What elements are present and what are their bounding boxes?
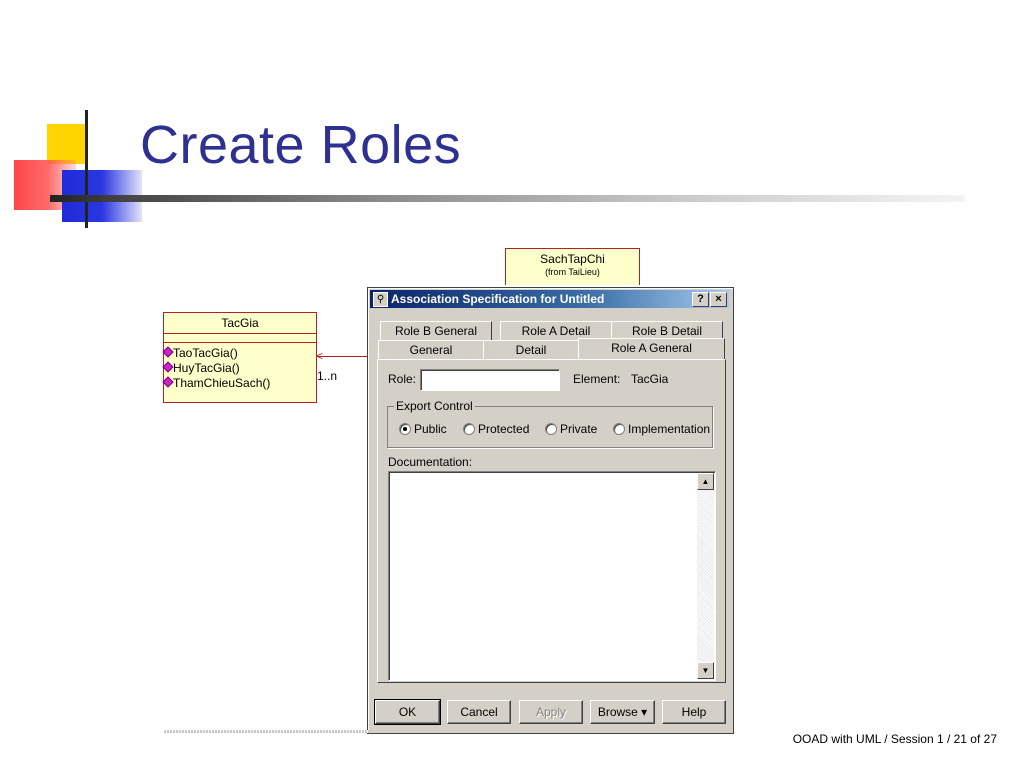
- arrow-head-icon: <: [316, 349, 324, 363]
- documentation-label: Documentation:: [388, 455, 473, 469]
- element-label: Element:: [573, 372, 621, 386]
- ok-button[interactable]: OK: [374, 699, 441, 725]
- uml-class-tacgia[interactable]: TacGia TaoTacGia() HuyTacGia() ThamChieu…: [162, 312, 317, 403]
- documentation-scrollbar[interactable]: ▲ ▼: [697, 473, 714, 679]
- tab-detail[interactable]: Detail: [483, 340, 579, 360]
- operation-icon: [162, 346, 174, 358]
- class-name: SachTapChi: [540, 252, 605, 266]
- operation-icon: [162, 361, 174, 373]
- operation-item: ThamChieuSach(): [162, 376, 316, 391]
- multiplicity-label: 1..n: [317, 369, 338, 383]
- footer-divider: [164, 730, 369, 733]
- association-line[interactable]: [318, 356, 368, 357]
- slide-title: Create Roles: [140, 115, 462, 175]
- dialog-app-icon: ⚲: [373, 292, 388, 307]
- association-specification-dialog: ⚲ Association Specification for Untitled…: [367, 287, 734, 734]
- class-package-note: (from TaiLieu): [545, 267, 600, 277]
- export-control-label: Export Control: [394, 399, 475, 413]
- radio-icon: [545, 423, 557, 435]
- scroll-down-icon[interactable]: ▼: [697, 662, 714, 679]
- help-title-button[interactable]: ?: [692, 292, 709, 307]
- footer-page-info: OOAD with UML / Session 1 / 21 of 27: [792, 732, 997, 746]
- dialog-titlebar[interactable]: ⚲ Association Specification for Untitled…: [370, 290, 729, 308]
- class-operations-compartment: TaoTacGia() HuyTacGia() ThamChieuSach(): [162, 343, 316, 391]
- dialog-title: Association Specification for Untitled: [391, 292, 605, 306]
- operation-icon: [162, 376, 174, 388]
- close-title-button[interactable]: ×: [710, 292, 727, 307]
- tab-role-a-general[interactable]: Role A General: [578, 338, 725, 359]
- browse-button[interactable]: Browse ▾: [590, 700, 655, 724]
- apply-button[interactable]: Apply: [519, 700, 583, 724]
- tab-role-b-general[interactable]: Role B General: [380, 321, 492, 341]
- class-name: TacGia: [164, 313, 316, 334]
- element-value: TacGia: [631, 372, 669, 386]
- decoration-yellow-square: [47, 124, 87, 164]
- cancel-button[interactable]: Cancel: [447, 700, 511, 724]
- tab-general[interactable]: General: [378, 340, 484, 360]
- radio-icon: [613, 423, 625, 435]
- decoration-vertical-line: [85, 110, 88, 228]
- radio-icon: [463, 423, 475, 435]
- role-label: Role:: [388, 372, 417, 386]
- operation-item: HuyTacGia(): [162, 361, 316, 376]
- class-attributes-compartment: [164, 334, 316, 343]
- documentation-textarea[interactable]: ▲ ▼: [388, 471, 716, 681]
- uml-class-sachtapchi[interactable]: SachTapChi (from TaiLieu): [505, 248, 640, 285]
- title-underline: [50, 195, 965, 202]
- scroll-up-icon[interactable]: ▲: [697, 473, 714, 490]
- help-button[interactable]: Help: [662, 700, 726, 724]
- role-input[interactable]: [420, 369, 560, 391]
- radio-selected-icon: [399, 423, 411, 435]
- operation-item: TaoTacGia(): [162, 346, 316, 361]
